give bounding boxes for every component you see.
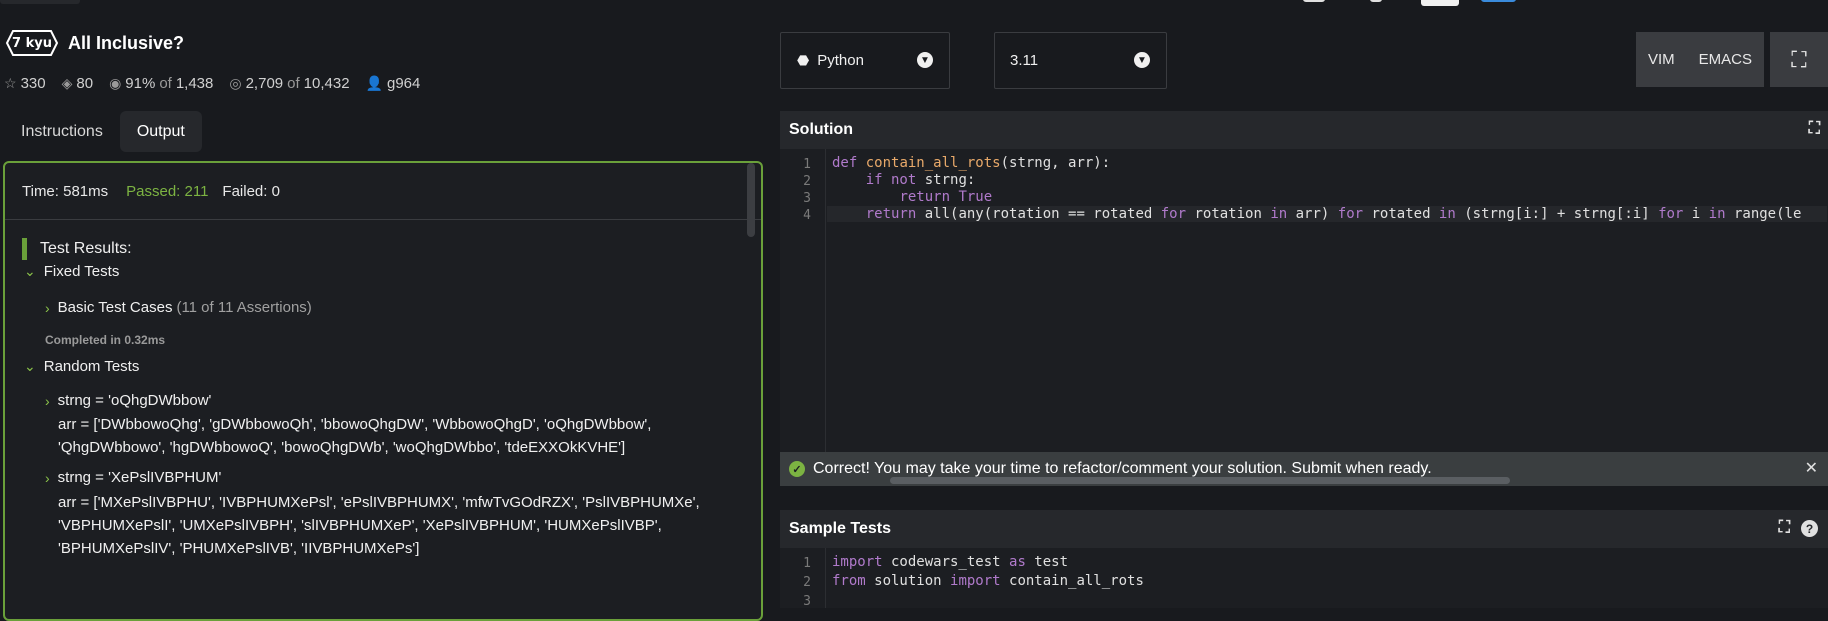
fullscreen-button[interactable]: ⛶ bbox=[1770, 32, 1828, 87]
test-results-heading: Test Results: bbox=[22, 238, 132, 260]
tab-instructions[interactable]: Instructions bbox=[4, 111, 120, 152]
line-number: 1 bbox=[803, 556, 811, 571]
user-icon: 👤 bbox=[365, 75, 383, 91]
completed-stat: ◎ 2,709 of 10,432 bbox=[229, 75, 349, 92]
author-name: g964 bbox=[386, 75, 421, 92]
sample-tests-gutter: 1 2 3 bbox=[780, 548, 826, 608]
expand-icon: ⛶ bbox=[1791, 46, 1807, 72]
chevron-down-icon: ▼ bbox=[1134, 52, 1150, 68]
target-icon: ◎ bbox=[229, 75, 242, 91]
satisfaction-percent: 91% bbox=[125, 75, 156, 92]
attempts-count: 10,432 bbox=[303, 75, 350, 92]
case1-arr-line-1: arr = ['DWbbowoQhg', 'gDWbbowoQh', 'bbow… bbox=[58, 416, 652, 433]
sample-code-line-1: import codewars_test as test bbox=[832, 554, 1069, 570]
code-line-3: return True bbox=[899, 189, 993, 205]
satisfaction-of: of bbox=[159, 75, 172, 92]
satisfaction-stat: ◉ 91% of 1,438 bbox=[109, 75, 213, 92]
version-label: 3.11 bbox=[1010, 52, 1039, 69]
layers-icon: ◈ bbox=[61, 75, 73, 91]
satisfaction-votes: 1,438 bbox=[175, 75, 214, 92]
random-case-1[interactable]: › strng = 'oQhgDWbbow' bbox=[45, 392, 211, 409]
sample-tests-title: Sample Tests bbox=[789, 520, 891, 537]
kata-title[interactable]: All Inclusive? bbox=[68, 33, 184, 54]
completed-count: 2,709 bbox=[245, 75, 284, 92]
random-case-2[interactable]: › strng = 'XePslIVBPHUM' bbox=[45, 469, 221, 486]
stars-stat[interactable]: ☆ 330 bbox=[4, 75, 46, 92]
sample-tests-header: Sample Tests ⛶ ? bbox=[780, 510, 1828, 548]
line-number: 2 bbox=[803, 575, 811, 590]
solution-editor[interactable]: 1 2 3 4 def contain_all_rots(strng, arr)… bbox=[780, 149, 1828, 452]
output-summary: Time: 581ms Passed: 211 Failed: 0 bbox=[5, 163, 761, 220]
kata-header: 7 kyu All Inclusive? bbox=[5, 28, 184, 58]
output-panel: Time: 581ms Passed: 211 Failed: 0 Test R… bbox=[3, 161, 763, 621]
output-scrollbar[interactable] bbox=[747, 163, 755, 237]
random-tests-label: Random Tests bbox=[43, 358, 140, 375]
emacs-button[interactable]: EMACS bbox=[1686, 32, 1764, 87]
line-number: 3 bbox=[803, 594, 811, 608]
passed-text: Passed: 211 bbox=[126, 182, 209, 200]
python-icon: ⬣ bbox=[797, 52, 810, 68]
code-line-4: return all(any(rotation == rotated for r… bbox=[827, 206, 1827, 222]
line-number: 2 bbox=[803, 174, 811, 189]
basic-test-cases-group[interactable]: › Basic Test Cases (11 of 11 Assertions) bbox=[45, 299, 312, 316]
rank-label: 7 kyu bbox=[12, 35, 52, 51]
vim-button[interactable]: VIM bbox=[1635, 32, 1687, 87]
code-line-2: if not strng: bbox=[865, 172, 976, 188]
chevron-down-icon: ⌄ bbox=[24, 358, 36, 374]
author-stat[interactable]: 👤 g964 bbox=[366, 75, 421, 92]
help-icon[interactable]: ? bbox=[1801, 520, 1818, 537]
check-circle-icon: ✓ bbox=[789, 461, 805, 477]
line-number: 3 bbox=[803, 191, 811, 206]
star-icon: ☆ bbox=[4, 75, 17, 91]
basic-assertions-count: (11 of 11 Assertions) bbox=[176, 299, 312, 316]
case1-arr-line-2: 'QhgDWbbowo', 'hgDWbbowoQ', 'bowoQhgDWb'… bbox=[58, 439, 626, 456]
rank-badge: 7 kyu bbox=[5, 29, 59, 57]
close-icon[interactable]: ✕ bbox=[1805, 458, 1818, 478]
case2-strng: strng = 'XePslIVBPHUM' bbox=[57, 469, 222, 486]
stars-count: 330 bbox=[20, 75, 46, 92]
fixed-tests-label: Fixed Tests bbox=[43, 263, 120, 280]
language-select[interactable]: ⬣ Python ▼ bbox=[780, 32, 950, 89]
editor-mode-group: VIM EMACS ⛶ bbox=[1635, 32, 1828, 87]
code-line-1: def contain_all_rots(strng, arr): bbox=[832, 155, 1111, 171]
eye-icon: ◉ bbox=[109, 75, 122, 91]
chevron-right-icon: › bbox=[45, 392, 50, 409]
basic-test-cases-label: Basic Test Cases bbox=[57, 299, 173, 316]
completed-in-text: Completed in 0.32ms bbox=[45, 333, 166, 347]
expand-icon[interactable]: ⛶ bbox=[1809, 120, 1820, 138]
case2-arr-line-3: 'BPHUMXePslIV', 'PHUMXePslIVB', 'IIVBPHU… bbox=[58, 540, 420, 557]
chevron-down-icon: ⌄ bbox=[24, 263, 36, 279]
sample-code-line-2: from solution import contain_all_rots bbox=[832, 573, 1144, 589]
expand-icon[interactable]: ⛶ bbox=[1779, 519, 1790, 537]
version-select[interactable]: 3.11 ▼ bbox=[994, 32, 1167, 89]
solution-header: Solution ⛶ bbox=[780, 111, 1828, 149]
case2-arr-line-1: arr = ['MXePslIVBPHU', 'IVBPHUMXePsl', '… bbox=[58, 494, 700, 511]
language-label: Python bbox=[817, 52, 864, 69]
solution-title: Solution bbox=[789, 121, 853, 138]
instruction-tabs: Instructions Output bbox=[4, 111, 202, 152]
random-tests-group[interactable]: ⌄ Random Tests bbox=[24, 358, 139, 375]
case1-strng: strng = 'oQhgDWbbow' bbox=[57, 392, 212, 409]
collections-stat[interactable]: ◈ 80 bbox=[62, 75, 93, 92]
sample-tests-editor[interactable]: 1 2 3 import codewars_test as test from … bbox=[780, 548, 1828, 608]
completed-of: of bbox=[287, 75, 300, 92]
line-number: 4 bbox=[803, 208, 811, 223]
tab-output[interactable]: Output bbox=[119, 111, 202, 152]
line-number: 1 bbox=[803, 157, 811, 172]
chevron-down-icon: ▼ bbox=[917, 52, 933, 68]
chevron-right-icon: › bbox=[45, 299, 50, 316]
left-pane: 7 kyu All Inclusive? ☆ 330 ◈ 80 ◉ 91% of… bbox=[0, 0, 770, 621]
chevron-right-icon: › bbox=[45, 469, 50, 486]
solution-gutter: 1 2 3 4 bbox=[780, 149, 826, 452]
right-pane: ⬣ Python ▼ 3.11 ▼ VIM EMACS ⛶ Solution ⛶… bbox=[780, 0, 1828, 608]
failed-text: Failed: 0 bbox=[222, 182, 280, 200]
correct-notice-text: Correct! You may take your time to refac… bbox=[813, 460, 1432, 477]
fixed-tests-group[interactable]: ⌄ Fixed Tests bbox=[24, 263, 119, 280]
solution-horizontal-scrollbar[interactable] bbox=[890, 477, 1510, 484]
time-text: Time: 581ms bbox=[22, 182, 109, 200]
case2-arr-line-2: 'VBPHUMXePslI', 'UMXePslIVBPH', 'slIVBPH… bbox=[58, 517, 662, 534]
collections-count: 80 bbox=[76, 75, 94, 92]
kata-stats: ☆ 330 ◈ 80 ◉ 91% of 1,438 ◎ 2,709 of 10,… bbox=[4, 75, 436, 92]
